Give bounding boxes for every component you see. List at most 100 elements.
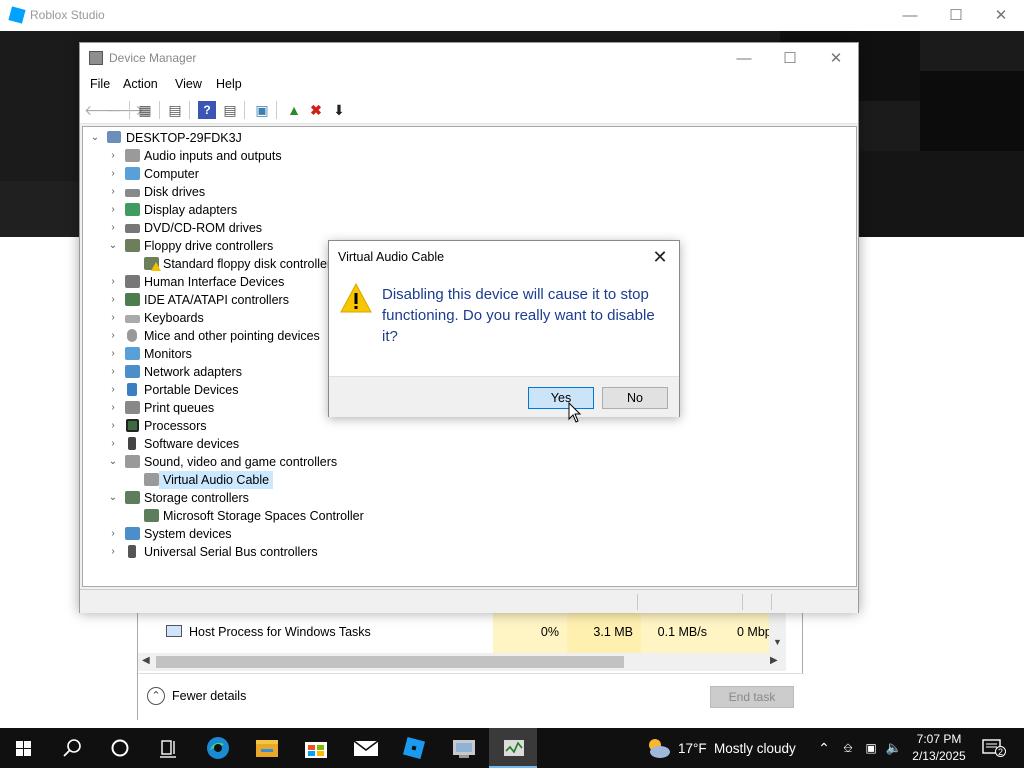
chevron-right-icon[interactable]: › (107, 345, 119, 363)
table-row[interactable]: Host Process for Windows Tasks 0% 3.1 MB… (138, 611, 786, 653)
file-explorer-button[interactable] (243, 728, 291, 768)
chevron-right-icon[interactable]: › (107, 525, 119, 543)
scroll-down-icon[interactable]: ▼ (773, 637, 782, 647)
device-manager-button[interactable] (440, 728, 488, 768)
weather-condition[interactable]: Mostly cloudy (714, 741, 796, 756)
close-button[interactable]: ✕ (813, 43, 859, 74)
task-manager-button[interactable] (489, 728, 537, 768)
horizontal-scrollbar[interactable]: ◀ ▶ (138, 653, 786, 671)
scroll-left-icon[interactable]: ◀ (142, 655, 150, 666)
chevron-up-icon[interactable]: ⌃ (815, 740, 833, 756)
chevron-right-icon[interactable]: › (107, 543, 119, 561)
chevron-right-icon[interactable]: › (107, 201, 119, 219)
file-explorer-icon (256, 740, 278, 757)
processor-icon (126, 419, 139, 432)
hid-icon (125, 275, 140, 288)
disable-device-icon[interactable]: ⬇ (330, 101, 348, 119)
network-adapter-icon (125, 365, 140, 378)
volume-icon[interactable]: 🔈 (885, 740, 903, 756)
minimize-button[interactable]: — (721, 43, 767, 74)
chevron-up-icon[interactable]: ⌃ (147, 687, 165, 705)
store-button[interactable] (292, 728, 340, 768)
roblox-close-button[interactable]: ✕ (978, 0, 1024, 31)
maximize-button[interactable]: ☐ (767, 43, 813, 74)
show-hidden-icon[interactable]: ▤ (166, 101, 184, 119)
uninstall-x-icon[interactable]: ✖ (307, 101, 325, 119)
weather-temperature[interactable]: 17°F (678, 741, 707, 756)
update-driver-icon[interactable]: ▲ (285, 101, 303, 119)
network-icon[interactable]: ▣ (862, 740, 880, 756)
process-name: Host Process for Windows Tasks (189, 625, 371, 639)
action-view-icon[interactable]: ▤ (221, 101, 239, 119)
chevron-right-icon[interactable]: › (107, 363, 119, 381)
chevron-right-icon[interactable]: › (107, 147, 119, 165)
scrollbar-thumb[interactable] (156, 656, 624, 668)
chevron-right-icon[interactable]: › (107, 183, 119, 201)
store-icon (305, 742, 327, 758)
chevron-down-icon[interactable]: ⌄ (107, 453, 119, 471)
tree-item-label: Microsoft Storage Spaces Controller (163, 509, 364, 523)
properties-view-icon[interactable]: ▦ (136, 101, 154, 119)
mail-button[interactable] (341, 728, 389, 768)
help-icon[interactable]: ? (198, 101, 216, 119)
search-button[interactable] (48, 728, 96, 768)
vertical-scrollbar[interactable]: ▼ (769, 611, 786, 653)
chevron-right-icon[interactable]: › (107, 165, 119, 183)
roblox-maximize-button[interactable]: ☐ (933, 0, 979, 31)
display-adapter-icon (125, 203, 140, 216)
task-manager-footer: ⌃ Fewer details End task (138, 673, 804, 721)
notification-center-button[interactable]: 2 (982, 738, 1006, 758)
chevron-right-icon[interactable]: › (107, 273, 119, 291)
scroll-right-icon[interactable]: ▶ (770, 655, 778, 666)
roblox-minimize-button[interactable]: — (887, 0, 933, 31)
usb-icon (128, 545, 136, 558)
chevron-right-icon[interactable]: › (107, 309, 119, 327)
menu-action[interactable]: Action (123, 77, 158, 91)
back-arrow-icon[interactable]: 🡐 (84, 101, 122, 119)
no-button[interactable]: No (602, 387, 668, 409)
chevron-right-icon[interactable]: › (107, 381, 119, 399)
tree-item-label: System devices (144, 527, 232, 541)
end-task-button[interactable]: End task (710, 686, 794, 708)
edge-button[interactable] (194, 728, 242, 768)
tree-root-label: DESKTOP-29FDK3J (126, 131, 242, 145)
chevron-down-icon[interactable]: ⌄ (107, 489, 119, 507)
chevron-right-icon[interactable]: › (107, 435, 119, 453)
weather-cloud-icon[interactable] (645, 737, 671, 759)
dialog-close-icon[interactable]: ✕ (647, 245, 673, 269)
yes-button[interactable]: Yes (528, 387, 594, 409)
clock-time[interactable]: 7:07 PM (908, 732, 970, 746)
menu-file[interactable]: File (90, 77, 110, 91)
start-button[interactable] (0, 728, 48, 768)
usb-tray-icon[interactable]: ⎒ (839, 740, 857, 756)
roblox-titlebar[interactable]: Roblox Studio — ☐ ✕ (0, 0, 1024, 31)
tree-item-label: Storage controllers (144, 491, 249, 505)
disk-cell: 0.1 MB/s (641, 611, 715, 653)
chevron-down-icon[interactable]: ⌄ (107, 237, 119, 255)
clock-date[interactable]: 2/13/2025 (908, 749, 970, 763)
disk-drive-icon (125, 189, 140, 197)
menu-view[interactable]: View (175, 77, 202, 91)
chevron-down-icon[interactable]: ⌄ (89, 129, 101, 147)
device-manager-app-icon (89, 51, 103, 65)
task-manager-window: Host Process for Windows Tasks 0% 3.1 MB… (137, 610, 804, 721)
mouse-icon (127, 329, 137, 342)
task-view-button[interactable] (144, 728, 192, 768)
chevron-right-icon[interactable]: › (107, 327, 119, 345)
monitor-icon[interactable]: ▣ (253, 101, 271, 119)
chevron-right-icon[interactable]: › (107, 291, 119, 309)
chevron-right-icon[interactable]: › (107, 417, 119, 435)
storage-controller-icon (125, 491, 140, 504)
menu-help[interactable]: Help (216, 77, 242, 91)
forward-arrow-icon[interactable]: 🡒 (106, 101, 144, 119)
fewer-details-link[interactable]: Fewer details (172, 689, 246, 703)
tree-item-label: Network adapters (144, 365, 242, 379)
roblox-button[interactable] (390, 728, 438, 768)
cortana-button[interactable] (96, 728, 144, 768)
device-manager-titlebar[interactable]: Device Manager — ☐ ✕ (80, 43, 858, 74)
computer-icon (107, 131, 121, 143)
chevron-right-icon[interactable]: › (107, 399, 119, 417)
chevron-right-icon[interactable]: › (107, 219, 119, 237)
cpu-cell: 0% (493, 611, 567, 653)
tree-item-label: Sound, video and game controllers (144, 455, 338, 469)
